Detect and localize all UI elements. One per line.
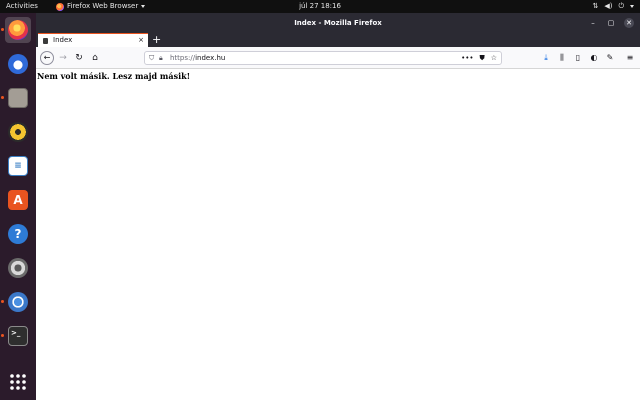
downloads-icon[interactable]: ⤓	[540, 51, 552, 65]
tab-title: Index	[53, 36, 73, 44]
software-center-icon: A	[8, 190, 28, 210]
terminal-icon: >_	[8, 326, 28, 346]
help-icon: ?	[8, 224, 28, 244]
firefox-window: Index - Mozilla Firefox – ▢ ✕ Index × + …	[36, 13, 640, 400]
dock-item-thunderbird[interactable]	[5, 51, 31, 77]
mail-icon	[8, 54, 28, 74]
back-button[interactable]: ←	[40, 51, 54, 65]
chevron-down-icon	[630, 5, 634, 8]
window-controls: – ▢ ✕	[588, 13, 634, 33]
url-text[interactable]: https://index.hu	[170, 52, 225, 64]
lock-icon[interactable]: 🔒︎	[159, 54, 163, 62]
account-icon[interactable]: ◐	[588, 51, 600, 65]
close-tab-button[interactable]: ×	[138, 34, 144, 47]
dock: ≡ A ? >_	[0, 13, 36, 400]
page-actions-icon[interactable]: •••	[461, 52, 473, 64]
dock-item-firefox[interactable]	[1, 17, 31, 43]
page-content: Nem volt másik. Lesz majd másik!	[36, 70, 640, 400]
clock[interactable]: júl 27 18:16	[0, 0, 640, 13]
dock-item-settings[interactable]	[5, 255, 31, 281]
running-indicator	[1, 300, 4, 303]
dock-item-rhythmbox[interactable]	[5, 119, 31, 145]
window-titlebar[interactable]: Index - Mozilla Firefox – ▢ ✕	[36, 13, 640, 33]
top-bar: Activities Firefox Web Browser júl 27 18…	[0, 0, 640, 13]
grid-icon	[10, 374, 26, 390]
show-applications-button[interactable]	[5, 369, 31, 395]
tracking-protection-icon[interactable]: ⛉	[149, 54, 156, 62]
music-icon	[8, 122, 28, 142]
sidebar-icon[interactable]: ▯	[572, 51, 584, 65]
tab-strip: Index × +	[36, 33, 640, 47]
firefox-icon	[8, 20, 28, 40]
navigation-toolbar: ← → ↻ ⌂ ⛉ 🔒︎ https://index.hu ••• ⛊ ☆ ⤓ …	[36, 47, 640, 69]
volume-icon: ◀)	[604, 2, 613, 10]
library-icon[interactable]: ⫼	[556, 51, 568, 65]
tab-index[interactable]: Index ×	[38, 33, 148, 47]
running-indicator	[1, 96, 4, 99]
url-bar[interactable]: ⛉ 🔒︎ https://index.hu ••• ⛊ ☆	[144, 51, 502, 65]
page-icon	[43, 38, 48, 44]
url-actions: ••• ⛊ ☆	[461, 52, 497, 64]
system-tray[interactable]: ⇅ ◀) ⏻	[592, 0, 634, 13]
home-button[interactable]: ⌂	[88, 51, 102, 65]
pocket-icon[interactable]: ⛊	[479, 52, 484, 64]
dock-item-chromium[interactable]	[1, 289, 31, 315]
dock-item-help[interactable]: ?	[5, 221, 31, 247]
dock-item-writer[interactable]: ≡	[5, 153, 31, 179]
folder-icon	[8, 88, 28, 108]
chromium-icon	[8, 292, 28, 312]
minimize-button[interactable]: –	[588, 13, 598, 33]
forward-button[interactable]: →	[56, 51, 70, 65]
extension-icon[interactable]: ✎	[604, 51, 616, 65]
dock-item-files[interactable]	[1, 85, 31, 111]
power-icon: ⏻	[618, 2, 624, 10]
running-indicator	[1, 28, 4, 31]
new-tab-button[interactable]: +	[152, 33, 161, 47]
menu-icon[interactable]: ≡	[624, 51, 636, 65]
running-indicator	[1, 334, 4, 337]
network-icon: ⇅	[592, 2, 599, 10]
page-text: Nem volt másik. Lesz majd másik!	[37, 71, 191, 81]
settings-icon	[8, 258, 28, 278]
bookmark-star-icon[interactable]: ☆	[491, 52, 497, 64]
maximize-button[interactable]: ▢	[606, 13, 616, 33]
writer-icon: ≡	[8, 156, 28, 176]
reload-button[interactable]: ↻	[72, 51, 86, 65]
dock-item-terminal[interactable]: >_	[1, 323, 31, 349]
window-title: Index - Mozilla Firefox	[294, 19, 382, 27]
close-window-button[interactable]: ✕	[624, 18, 634, 28]
dock-item-software[interactable]: A	[5, 187, 31, 213]
